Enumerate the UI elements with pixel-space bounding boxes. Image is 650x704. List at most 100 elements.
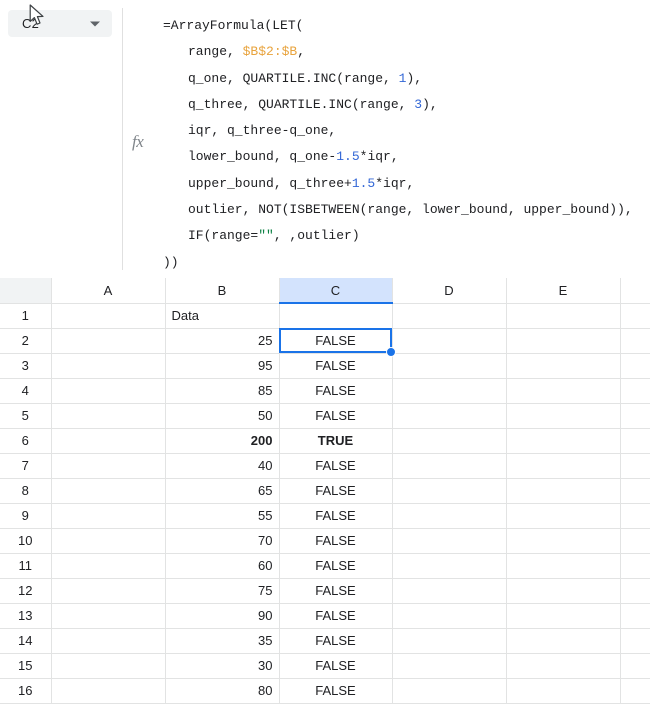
cell-B10[interactable]: 70	[165, 528, 280, 554]
cell-A13[interactable]	[51, 603, 166, 629]
row-header-2[interactable]: 2	[0, 328, 52, 354]
row-header-3[interactable]: 3	[0, 353, 52, 379]
cell-E4[interactable]	[506, 378, 621, 404]
cell-C5[interactable]: FALSE	[279, 403, 393, 429]
cell-C8[interactable]: FALSE	[279, 478, 393, 504]
cell-D12[interactable]	[392, 578, 507, 604]
cell-A15[interactable]	[51, 653, 166, 679]
cell-A2[interactable]	[51, 328, 166, 354]
column-header-c[interactable]: C	[279, 278, 393, 304]
cell-E8[interactable]	[506, 478, 621, 504]
cell-overflow-5[interactable]	[620, 403, 650, 429]
cell-C1[interactable]	[279, 303, 393, 329]
cell-C13[interactable]: FALSE	[279, 603, 393, 629]
cell-overflow-15[interactable]	[620, 653, 650, 679]
cell-E13[interactable]	[506, 603, 621, 629]
cell-C11[interactable]: FALSE	[279, 553, 393, 579]
cell-A8[interactable]	[51, 478, 166, 504]
row-header-7[interactable]: 7	[0, 453, 52, 479]
cell-C16[interactable]: FALSE	[279, 678, 393, 704]
row-header-15[interactable]: 15	[0, 653, 52, 679]
cell-C10[interactable]: FALSE	[279, 528, 393, 554]
cell-D3[interactable]	[392, 353, 507, 379]
cell-D11[interactable]	[392, 553, 507, 579]
row-header-6[interactable]: 6	[0, 428, 52, 454]
cell-E7[interactable]	[506, 453, 621, 479]
column-header-e[interactable]: E	[506, 278, 621, 304]
cell-D2[interactable]	[392, 328, 507, 354]
cell-C14[interactable]: FALSE	[279, 628, 393, 654]
cell-B2[interactable]: 25	[165, 328, 280, 354]
cell-A12[interactable]	[51, 578, 166, 604]
cell-A16[interactable]	[51, 678, 166, 704]
row-header-5[interactable]: 5	[0, 403, 52, 429]
cell-D1[interactable]	[392, 303, 507, 329]
cell-overflow-7[interactable]	[620, 453, 650, 479]
cell-E15[interactable]	[506, 653, 621, 679]
row-header-13[interactable]: 13	[0, 603, 52, 629]
row-header-14[interactable]: 14	[0, 628, 52, 654]
cell-B5[interactable]: 50	[165, 403, 280, 429]
cell-D13[interactable]	[392, 603, 507, 629]
cell-B12[interactable]: 75	[165, 578, 280, 604]
cell-A10[interactable]	[51, 528, 166, 554]
cell-A6[interactable]	[51, 428, 166, 454]
cell-A4[interactable]	[51, 378, 166, 404]
cell-E10[interactable]	[506, 528, 621, 554]
cell-D16[interactable]	[392, 678, 507, 704]
cell-B7[interactable]: 40	[165, 453, 280, 479]
cell-D9[interactable]	[392, 503, 507, 529]
select-all-corner[interactable]	[0, 278, 52, 304]
cell-B6[interactable]: 200	[165, 428, 280, 454]
cell-overflow-12[interactable]	[620, 578, 650, 604]
row-header-16[interactable]: 16	[0, 678, 52, 704]
cell-overflow-13[interactable]	[620, 603, 650, 629]
cell-E11[interactable]	[506, 553, 621, 579]
cell-overflow-3[interactable]	[620, 353, 650, 379]
cell-overflow-9[interactable]	[620, 503, 650, 529]
row-header-4[interactable]: 4	[0, 378, 52, 404]
cell-E6[interactable]	[506, 428, 621, 454]
cell-D5[interactable]	[392, 403, 507, 429]
cell-overflow-1[interactable]	[620, 303, 650, 329]
spreadsheet-grid[interactable]: ABCDE 1 Data 2 25 FALSE 3 95 FALSE 4 85 FALSE 5 50 FA…	[0, 278, 650, 704]
row-header-8[interactable]: 8	[0, 478, 52, 504]
row-header-1[interactable]: 1	[0, 303, 52, 329]
column-header-b[interactable]: B	[165, 278, 280, 304]
cell-A11[interactable]	[51, 553, 166, 579]
cell-B8[interactable]: 65	[165, 478, 280, 504]
cell-E12[interactable]	[506, 578, 621, 604]
cell-C12[interactable]: FALSE	[279, 578, 393, 604]
fx-icon[interactable]: fx	[132, 132, 144, 152]
cell-C15[interactable]: FALSE	[279, 653, 393, 679]
column-header-overflow[interactable]	[620, 278, 650, 304]
cell-B15[interactable]: 30	[165, 653, 280, 679]
cell-overflow-16[interactable]	[620, 678, 650, 704]
cell-B14[interactable]: 35	[165, 628, 280, 654]
cell-C4[interactable]: FALSE	[279, 378, 393, 404]
row-header-9[interactable]: 9	[0, 503, 52, 529]
cell-B11[interactable]: 60	[165, 553, 280, 579]
cell-B4[interactable]: 85	[165, 378, 280, 404]
cell-C2[interactable]: FALSE	[279, 328, 396, 357]
cell-A3[interactable]	[51, 353, 166, 379]
cell-E2[interactable]	[506, 328, 621, 354]
cell-D7[interactable]	[392, 453, 507, 479]
row-header-12[interactable]: 12	[0, 578, 52, 604]
cell-overflow-4[interactable]	[620, 378, 650, 404]
cell-B13[interactable]: 90	[165, 603, 280, 629]
cell-A5[interactable]	[51, 403, 166, 429]
row-header-11[interactable]: 11	[0, 553, 52, 579]
cell-overflow-11[interactable]	[620, 553, 650, 579]
name-box[interactable]: C2	[8, 10, 112, 37]
cell-D4[interactable]	[392, 378, 507, 404]
cell-A1[interactable]	[51, 303, 166, 329]
formula-input[interactable]: =ArrayFormula(LET(range, $B$2:$B, q_one, …	[163, 13, 650, 276]
cell-D14[interactable]	[392, 628, 507, 654]
cell-E1[interactable]	[506, 303, 621, 329]
cell-E16[interactable]	[506, 678, 621, 704]
cell-B9[interactable]: 55	[165, 503, 280, 529]
chevron-down-icon[interactable]	[90, 21, 100, 26]
cell-D15[interactable]	[392, 653, 507, 679]
cell-C9[interactable]: FALSE	[279, 503, 393, 529]
